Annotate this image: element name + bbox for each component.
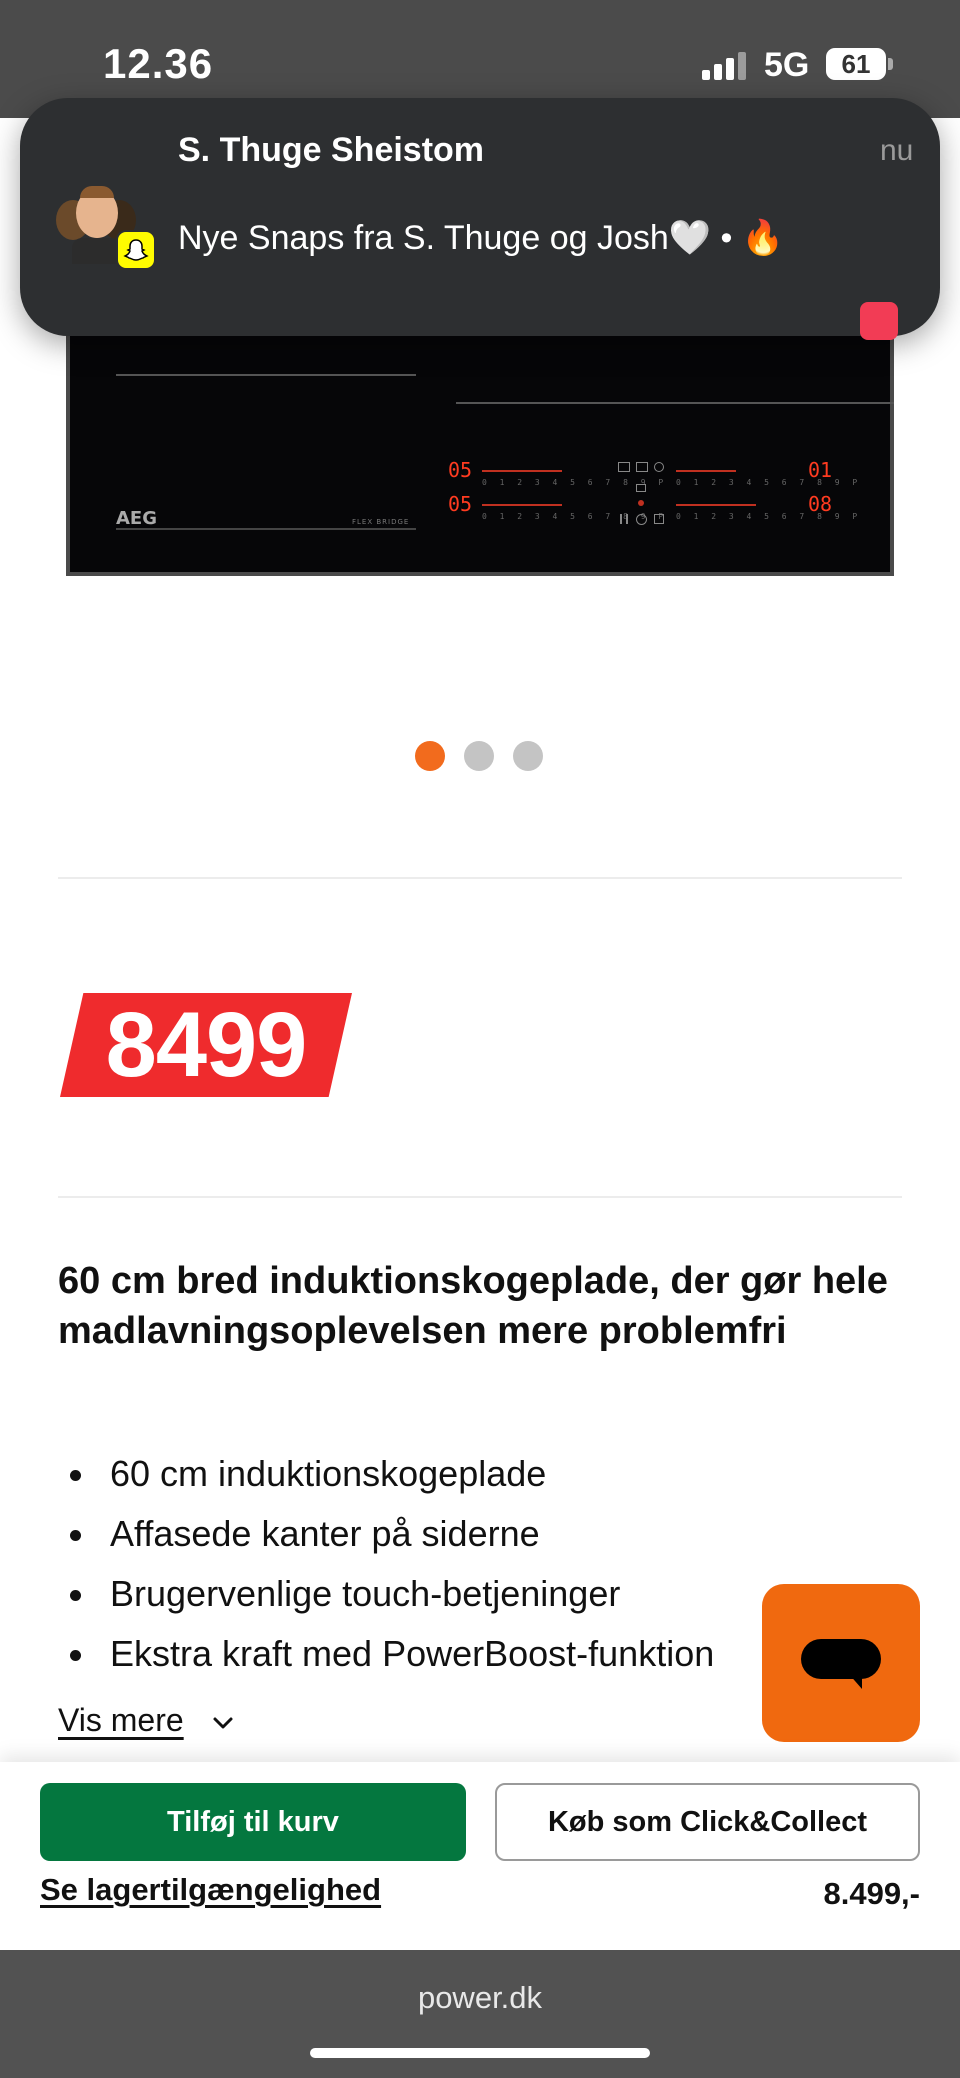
chat-bubble-icon xyxy=(801,1639,881,1679)
stock-availability-link[interactable]: Se lagertilgængelighed xyxy=(40,1872,381,1908)
notification-sender: S. Thuge Sheistom xyxy=(178,131,485,169)
notification-banner[interactable]: S. Thuge Sheistom Nye Snaps fra S. Thuge… xyxy=(20,98,940,340)
signal-icon xyxy=(702,50,748,80)
network-type: 5G xyxy=(764,46,810,84)
feature-item: Affasede kanter på siderne xyxy=(58,1504,798,1564)
carousel-dot-2[interactable] xyxy=(464,741,494,771)
snapchat-icon xyxy=(116,230,156,270)
feature-list: 60 cm induktionskogeplade Affasede kante… xyxy=(58,1444,798,1684)
browser-bar: power.dk xyxy=(0,1950,960,2078)
chat-button[interactable] xyxy=(762,1584,920,1742)
right-display-bottom: 08 xyxy=(808,492,833,516)
address-bar[interactable]: power.dk xyxy=(0,1980,960,2016)
feature-item: 60 cm induktionskogeplade xyxy=(58,1444,798,1504)
model-label: FLEX BRIDGE xyxy=(352,518,410,526)
notification-time: nu xyxy=(880,134,914,167)
bottom-action-bar: Tilføj til kurv Køb som Click&Collect Se… xyxy=(0,1762,960,1950)
product-title: 60 cm bred induktionskogeplade, der gør … xyxy=(58,1260,888,1352)
bottom-price: 8.499,- xyxy=(823,1876,920,1911)
home-indicator[interactable] xyxy=(310,2048,650,2058)
product-image[interactable]: AEG FLEX BRIDGE 05 05 0 1 2 3 4 5 6 7 8 … xyxy=(66,300,894,576)
left-display-top: 05 xyxy=(448,458,473,482)
notification-message: Nye Snaps fra S. Thuge og Josh🤍 • 🔥 xyxy=(178,219,785,257)
chevron-down-icon[interactable] xyxy=(212,1712,234,1734)
touch-controls xyxy=(618,462,668,528)
price-tag: 8499 xyxy=(60,993,352,1097)
show-more-link[interactable]: Vis mere xyxy=(58,1702,184,1739)
divider xyxy=(58,1196,902,1198)
right-scale-bottom: 0 1 2 3 4 5 6 7 8 9 P xyxy=(676,512,862,521)
feature-item: Brugervenlige touch-betjeninger xyxy=(58,1564,798,1624)
carousel-dot-1[interactable] xyxy=(415,741,445,771)
left-display-bottom: 05 xyxy=(448,492,473,516)
feature-item: Ekstra kraft med PowerBoost-funktion xyxy=(58,1624,798,1684)
notification-thumbnail xyxy=(860,302,898,340)
chat-bubble-tail xyxy=(848,1673,862,1689)
battery-tip xyxy=(888,58,893,70)
status-time: 12.36 xyxy=(103,40,214,87)
divider xyxy=(58,877,902,879)
right-scale-top: 0 1 2 3 4 5 6 7 8 9 P xyxy=(676,478,862,487)
battery-icon: 61 xyxy=(826,48,886,80)
add-to-cart-button[interactable]: Tilføj til kurv xyxy=(40,1783,466,1861)
click-collect-button[interactable]: Køb som Click&Collect xyxy=(495,1783,920,1861)
brand-logo: AEG xyxy=(116,508,158,529)
right-display-top: 01 xyxy=(808,458,833,482)
carousel-dot-3[interactable] xyxy=(513,741,543,771)
price-amount: 8499 xyxy=(105,994,308,1096)
